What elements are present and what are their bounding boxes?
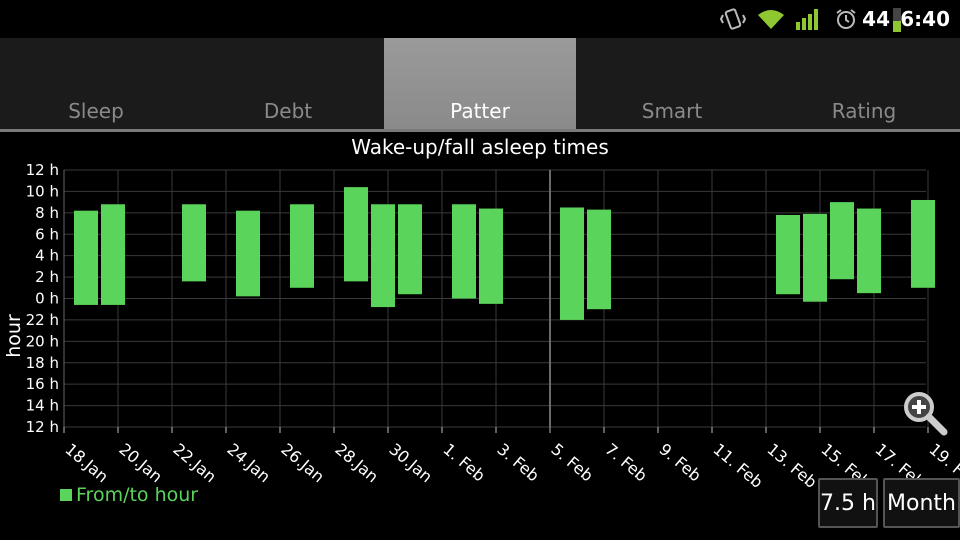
sleep-hours-button[interactable]: 7.5 h bbox=[818, 478, 878, 528]
sleep-bar bbox=[344, 187, 368, 282]
sleep-bar bbox=[182, 204, 206, 282]
sleep-bar bbox=[398, 204, 422, 295]
sleep-bar bbox=[452, 204, 476, 299]
y-tick-label: 8 h bbox=[35, 204, 59, 222]
x-tick-label: 20.Jan bbox=[115, 440, 166, 487]
sleep-bar bbox=[911, 199, 935, 288]
y-axis-label: hour bbox=[3, 314, 25, 358]
vibrate-icon bbox=[720, 8, 746, 30]
sleep-bar bbox=[74, 210, 98, 305]
x-tick-label: 26.Jan bbox=[277, 440, 328, 487]
tab-debt[interactable]: Debt bbox=[192, 38, 384, 130]
status-bar: 44 6:40 bbox=[0, 0, 960, 38]
x-tick-label: 7. Feb bbox=[601, 440, 651, 486]
y-tick-label: 0 h bbox=[35, 290, 59, 308]
sleep-bar bbox=[803, 213, 827, 302]
sleep-bar bbox=[101, 204, 125, 305]
clock: 6:40 bbox=[900, 7, 950, 31]
signal-icon bbox=[796, 9, 818, 30]
sleep-bar bbox=[587, 209, 611, 310]
chart-title: Wake-up/fall asleep times bbox=[351, 135, 609, 159]
sleep-bar bbox=[371, 204, 395, 308]
x-tick-label: 22.Jan bbox=[169, 440, 220, 487]
sleep-bar bbox=[857, 208, 881, 294]
tab-bar: Sleep Debt Patter Smart Rating bbox=[0, 38, 960, 130]
x-tick-label: 9. Feb bbox=[655, 440, 705, 486]
y-tick-label: 2 h bbox=[35, 268, 59, 286]
x-tick-label: 3. Feb bbox=[493, 440, 543, 486]
y-tick-label: 12 h bbox=[26, 161, 59, 179]
sleep-bar bbox=[236, 210, 260, 297]
y-tick-label: 4 h bbox=[35, 247, 59, 265]
y-tick-label: 10 h bbox=[26, 182, 59, 200]
chart-canvas: Wake-up/fall asleep times hour 12 h 10 h 8… bbox=[3, 135, 960, 492]
x-tick-label: 28.Jan bbox=[331, 440, 382, 487]
zoom-in-icon[interactable] bbox=[900, 388, 950, 436]
sleep-bar bbox=[560, 207, 584, 320]
sleep-pattern-chart[interactable]: Wake-up/fall asleep times hour 12 h 10 h 8… bbox=[0, 132, 960, 540]
y-tick-label: 20 h bbox=[26, 332, 59, 350]
tab-sleep[interactable]: Sleep bbox=[0, 38, 192, 130]
y-tick-label: 14 h bbox=[26, 397, 59, 415]
y-tick-label: 22 h bbox=[26, 311, 59, 329]
legend-label: From/to hour bbox=[76, 484, 199, 506]
alarm-icon bbox=[836, 9, 856, 29]
y-tick-label: 18 h bbox=[26, 354, 59, 372]
sleep-bar bbox=[290, 204, 314, 288]
tab-smart[interactable]: Smart bbox=[576, 38, 768, 130]
tab-rating[interactable]: Rating bbox=[768, 38, 960, 130]
x-tick-label: 24.Jan bbox=[223, 440, 274, 487]
x-tick-label: 18.Jan bbox=[61, 440, 112, 487]
y-tick-labels: 12 h 10 h 8 h 6 h 4 h 2 h 0 h 22 h 20 h 18 h 16 h 1… bbox=[26, 161, 59, 436]
sleep-bar bbox=[830, 202, 854, 280]
tab-patter[interactable]: Patter bbox=[384, 38, 576, 130]
month-period-button[interactable]: Month bbox=[883, 478, 960, 528]
sleep-bar bbox=[776, 214, 800, 295]
x-tick-label: 11. Feb bbox=[709, 440, 766, 492]
x-tick-label: 5. Feb bbox=[547, 440, 597, 486]
y-tick-label: 12 h bbox=[26, 418, 59, 436]
legend-swatch bbox=[60, 489, 72, 501]
y-tick-label: 16 h bbox=[26, 375, 59, 393]
x-tick-label: 30.Jan bbox=[385, 440, 436, 487]
x-tick-label: 1. Feb bbox=[439, 440, 489, 486]
x-tick-label: 13. Feb bbox=[763, 440, 820, 492]
sleep-bar bbox=[479, 208, 503, 304]
y-tick-label: 6 h bbox=[35, 225, 59, 243]
wifi-icon bbox=[758, 10, 784, 29]
bars bbox=[74, 187, 935, 320]
legend: From/to hour bbox=[60, 484, 198, 506]
battery-level: 44 bbox=[862, 7, 890, 31]
